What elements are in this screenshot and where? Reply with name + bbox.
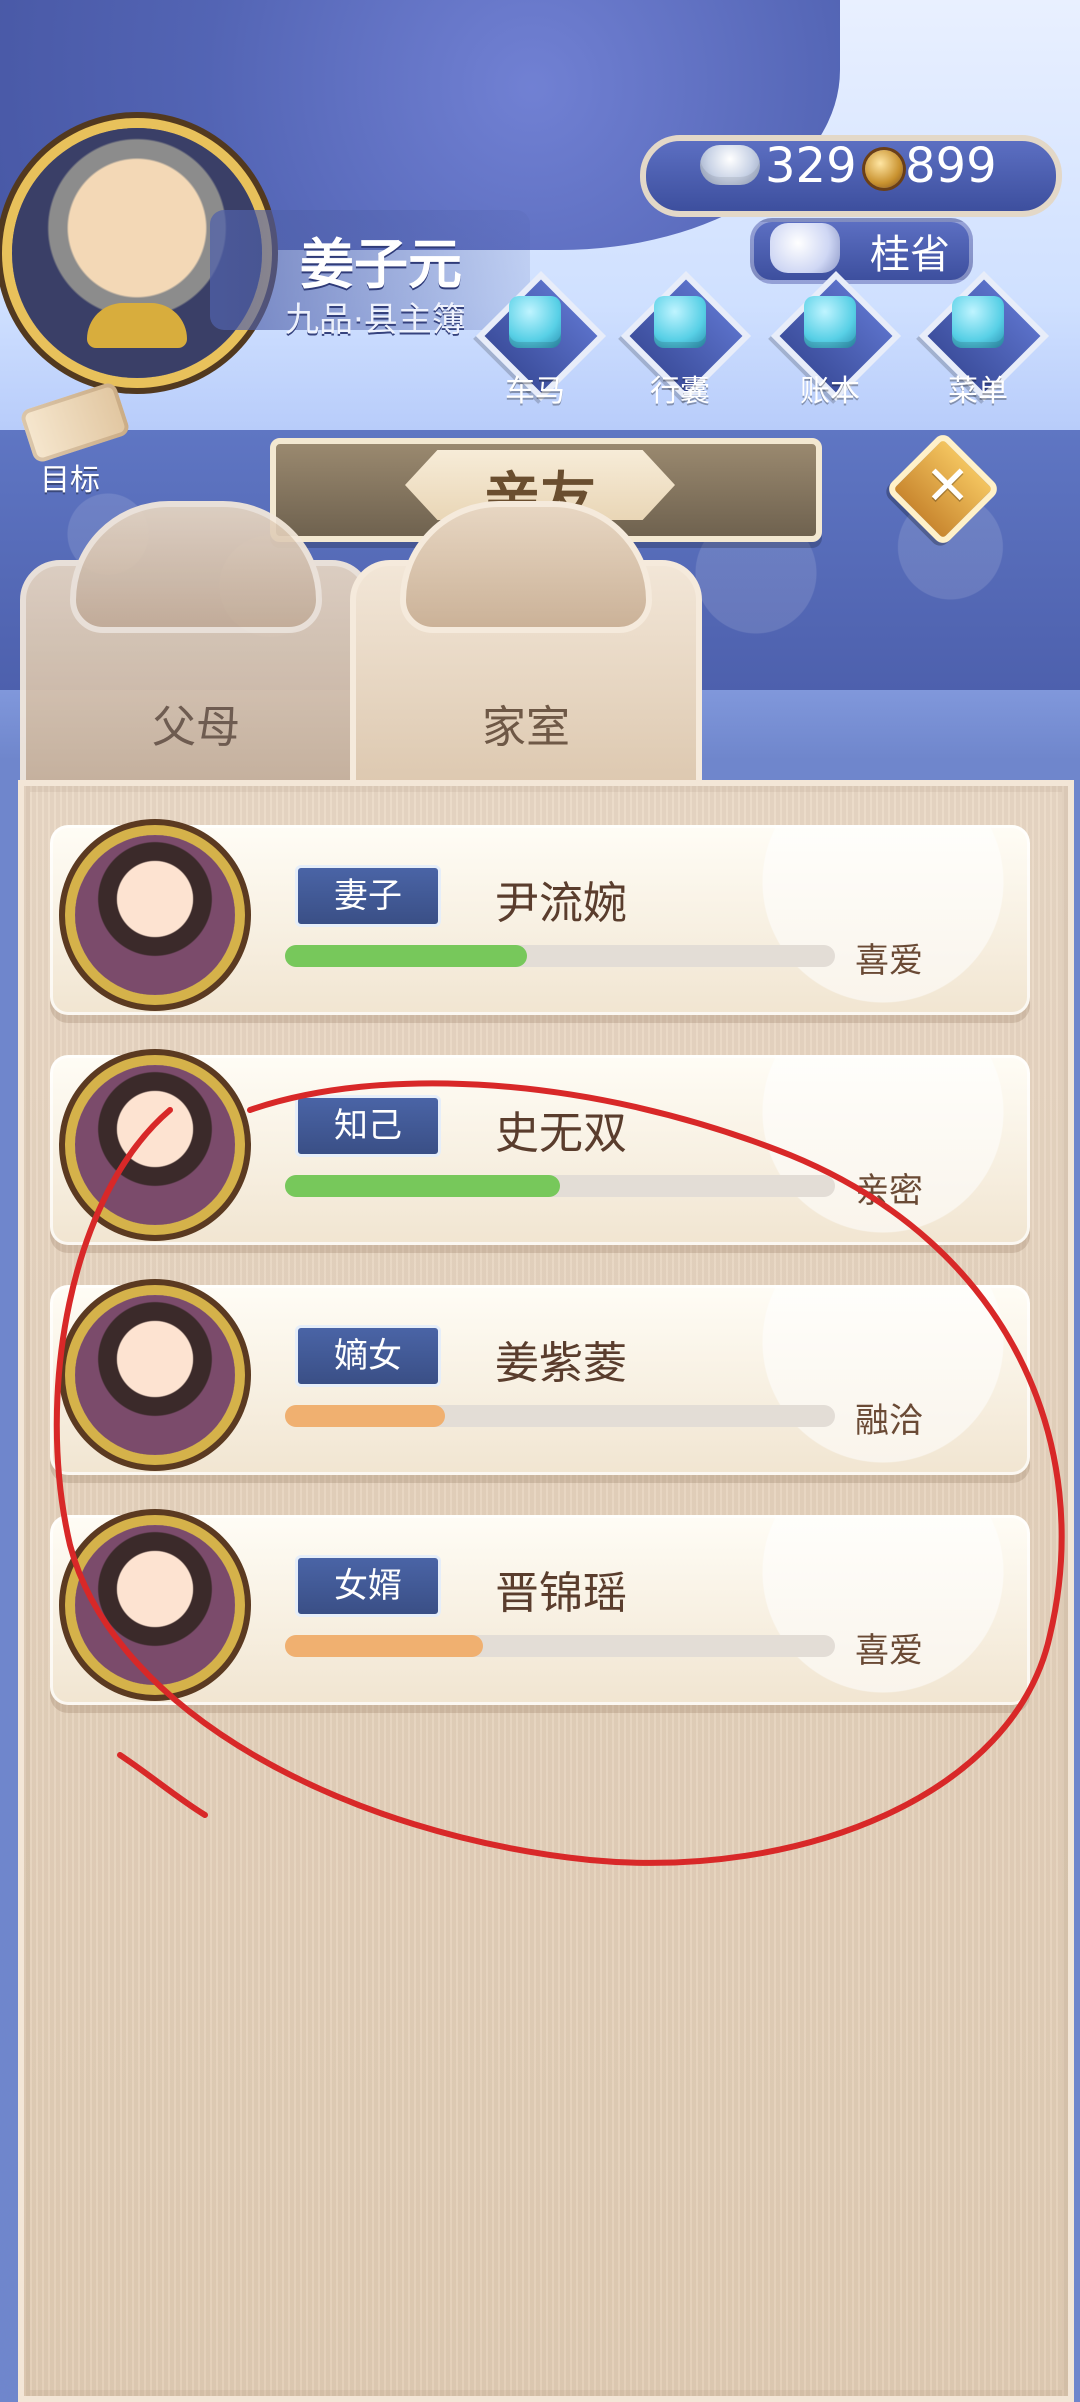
- relation-tag: 知己: [295, 1095, 441, 1157]
- relation-tag: 女婿: [295, 1555, 441, 1617]
- player-name: 姜子元: [300, 233, 462, 296]
- menu-button-ledger[interactable]: 账本: [770, 270, 902, 410]
- tab-label: 家室: [482, 702, 570, 753]
- menu-button-bundle[interactable]: 行囊: [620, 270, 752, 410]
- relative-name: 史无双: [495, 1108, 627, 1159]
- relative-card[interactable]: 女婿 晋锦瑶 喜爱: [50, 1515, 1030, 1705]
- silver-value: 329: [765, 138, 857, 194]
- menu-button-menu[interactable]: 菜单: [918, 270, 1050, 410]
- relation-status: 亲密: [855, 1171, 923, 1211]
- relation-tag: 嫡女: [295, 1325, 441, 1387]
- relative-portrait[interactable]: [75, 1525, 235, 1685]
- status-icon: [770, 223, 840, 273]
- relation-status: 融洽: [855, 1401, 923, 1441]
- tab-label: 父母: [152, 702, 240, 753]
- menu-button-carriage[interactable]: 车马: [475, 270, 607, 410]
- relation-tag: 妻子: [295, 865, 441, 927]
- affection-bar: [285, 1405, 835, 1427]
- relative-name: 尹流婉: [495, 878, 627, 929]
- menu-label: 菜单: [948, 374, 1008, 409]
- relation-status: 喜爱: [855, 1631, 923, 1671]
- affection-bar: [285, 1635, 835, 1657]
- affection-bar-fill: [285, 1635, 483, 1657]
- relative-name: 姜紫菱: [495, 1338, 627, 1389]
- menu-label: 车马: [505, 374, 565, 409]
- affection-bar-fill: [285, 1175, 560, 1197]
- silver-icon: [700, 145, 760, 185]
- relative-portrait[interactable]: [75, 835, 235, 995]
- relative-portrait[interactable]: [75, 1065, 235, 1225]
- affection-bar-fill: [285, 1405, 445, 1427]
- coin-icon: [865, 150, 903, 188]
- relative-card[interactable]: 嫡女 姜紫菱 融洽: [50, 1285, 1030, 1475]
- relation-status: 喜爱: [855, 941, 923, 981]
- tab-parents[interactable]: 父母: [20, 560, 372, 802]
- relative-card[interactable]: 知己 史无双 亲密: [50, 1055, 1030, 1245]
- ledger-icon: [804, 296, 856, 348]
- relative-portrait[interactable]: [75, 1295, 235, 1455]
- menu-label: 账本: [800, 374, 860, 409]
- close-icon: ✕: [925, 454, 971, 517]
- player-rank: 九品·县主簿: [285, 300, 466, 340]
- tab-family[interactable]: 家室: [350, 560, 702, 802]
- relative-name: 晋锦瑶: [495, 1568, 627, 1619]
- affection-bar: [285, 945, 835, 967]
- menu-label: 行囊: [650, 374, 710, 409]
- affection-bar-fill: [285, 945, 527, 967]
- affection-bar: [285, 1175, 835, 1197]
- menu-icon: [952, 296, 1004, 348]
- relative-card[interactable]: 妻子 尹流婉 喜爱: [50, 825, 1030, 1015]
- carriage-icon: [509, 296, 561, 348]
- coin-value: 899: [905, 138, 997, 194]
- bundle-icon: [654, 296, 706, 348]
